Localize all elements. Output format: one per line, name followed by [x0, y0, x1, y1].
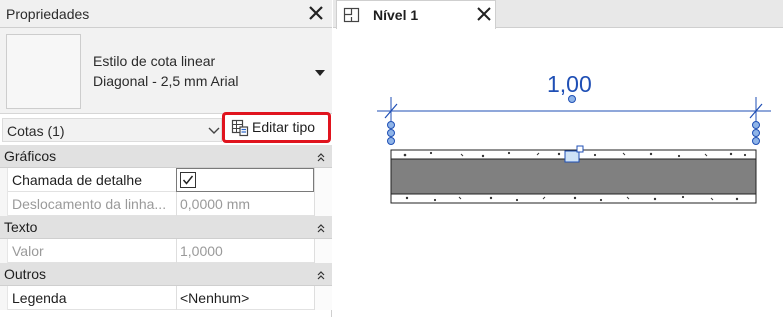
section-other[interactable]: Outros: [0, 263, 332, 286]
grip-handle[interactable]: [387, 129, 395, 137]
detail-callout-checkbox[interactable]: [180, 172, 196, 188]
properties-titlebar: Propriedades: [0, 0, 332, 28]
section-label: Gráficos: [4, 148, 57, 164]
property-row-line-offset: Deslocamento da linha... 0,0000 mm: [0, 192, 332, 216]
type-preview-image: [6, 34, 81, 109]
edit-type-icon: [231, 119, 249, 137]
row-scroll-cell: [314, 239, 332, 263]
property-value: 1,0000: [180, 243, 223, 259]
property-value: 0,0000 mm: [180, 196, 251, 212]
floor-plan-icon: [343, 6, 361, 24]
row-gutter: [0, 192, 8, 216]
property-value-cell[interactable]: [176, 168, 314, 192]
section-label: Texto: [4, 219, 38, 235]
property-value-cell: 0,0000 mm: [176, 192, 314, 216]
type-selector[interactable]: Estilo de cota linear Diagonal - 2,5 mm …: [0, 28, 332, 114]
type-family-label: Estilo de cota linear: [93, 53, 216, 69]
property-row-label: Legenda <Nenhum>: [0, 286, 332, 310]
view-area: Nível 1 1,00: [333, 0, 783, 317]
type-name-label: Diagonal - 2,5 mm Arial: [93, 73, 239, 89]
property-name: Legenda: [12, 290, 67, 306]
grip-handle[interactable]: [752, 137, 760, 145]
drawing-canvas[interactable]: 1,00: [333, 29, 783, 317]
view-tab-strip: Nível 1: [333, 0, 783, 29]
chevron-down-icon[interactable]: [314, 65, 326, 76]
properties-palette: Propriedades Estilo de cota linear Diago…: [0, 0, 332, 317]
grip-handle[interactable]: [387, 137, 395, 145]
grip-handle[interactable]: [387, 121, 395, 129]
property-name: Deslocamento da linha...: [12, 196, 167, 212]
dimension-value-text[interactable]: 1,00: [547, 71, 592, 98]
edit-type-button[interactable]: Editar tipo: [222, 112, 331, 143]
row-gutter: [0, 286, 8, 310]
instance-filter-dropdown[interactable]: Cotas (1): [2, 118, 222, 142]
row-scroll-cell: [314, 286, 332, 310]
edit-type-label: Editar tipo: [252, 119, 316, 135]
property-name: Chamada de detalhe: [12, 172, 142, 188]
chevron-down-icon: [207, 124, 221, 136]
property-row-value: Valor 1,0000: [0, 239, 332, 263]
collapse-icon[interactable]: [316, 220, 326, 233]
close-icon[interactable]: [475, 5, 493, 23]
view-tab-label: Nível 1: [373, 7, 419, 23]
section-graphics[interactable]: Gráficos: [0, 145, 332, 168]
view-tab[interactable]: Nível 1: [336, 0, 496, 29]
row-scroll-cell: [314, 192, 332, 216]
row-gutter: [0, 239, 8, 263]
collapse-icon[interactable]: [316, 149, 326, 162]
grip-handle[interactable]: [752, 121, 760, 129]
row-scroll-cell: [314, 168, 332, 192]
instance-filter-label: Cotas (1): [7, 123, 65, 139]
row-gutter: [0, 168, 8, 192]
grip-handle[interactable]: [752, 129, 760, 137]
property-value: <Nenhum>: [180, 290, 250, 306]
close-icon[interactable]: [306, 3, 326, 23]
property-value-cell[interactable]: <Nenhum>: [176, 286, 314, 310]
properties-title: Propriedades: [6, 6, 90, 22]
property-value-cell: 1,0000: [176, 239, 314, 263]
collapse-icon[interactable]: [316, 267, 326, 280]
section-label: Outros: [4, 266, 47, 282]
section-text[interactable]: Texto: [0, 216, 332, 239]
property-name: Valor: [12, 243, 44, 259]
